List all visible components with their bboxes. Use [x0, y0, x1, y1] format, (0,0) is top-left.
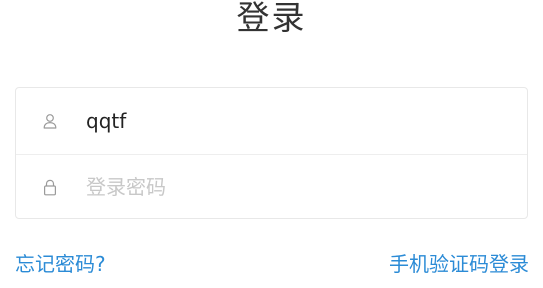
- password-row: [16, 154, 527, 220]
- username-row: [16, 88, 527, 155]
- page-title: 登录: [236, 0, 307, 37]
- forgot-password-link[interactable]: 忘记密码?: [15, 250, 106, 278]
- lock-icon: [42, 177, 58, 197]
- user-icon: [42, 111, 58, 131]
- password-input[interactable]: [86, 154, 507, 220]
- sms-login-link[interactable]: 手机验证码登录: [389, 250, 529, 278]
- login-form: [15, 87, 528, 220]
- username-input[interactable]: [86, 88, 507, 154]
